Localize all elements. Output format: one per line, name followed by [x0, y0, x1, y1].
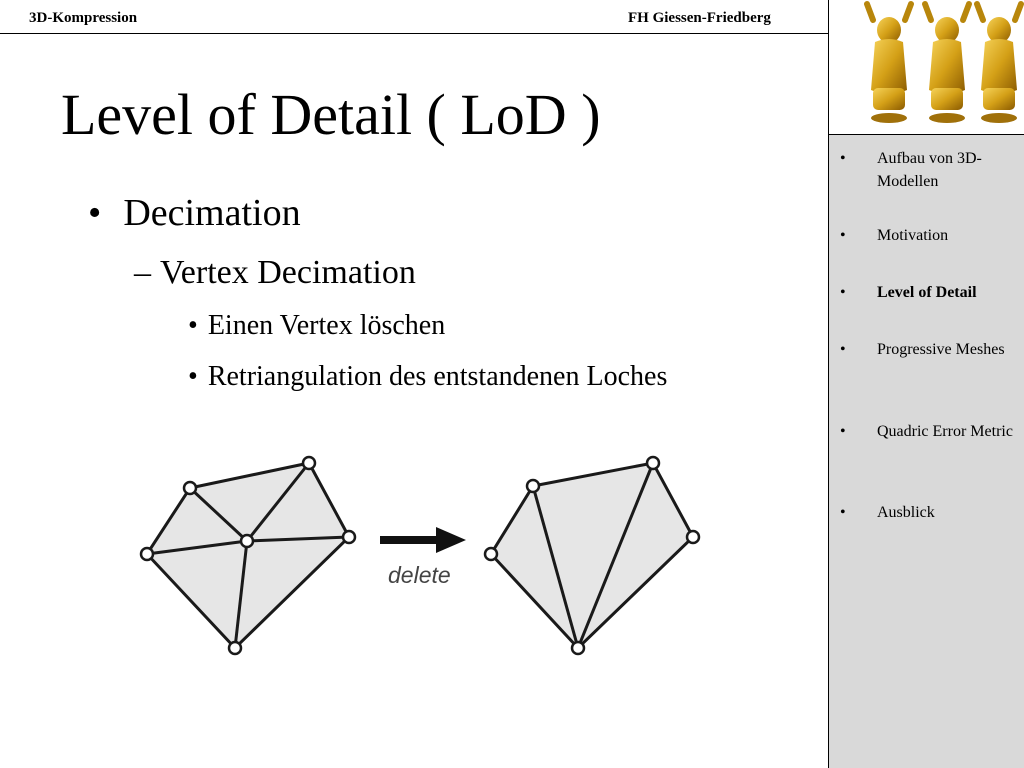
sidebar-item-label: Ausblick — [877, 504, 935, 521]
bullet-text: Decimation — [123, 192, 301, 234]
slide-title: Level of Detail ( LoD ) — [61, 82, 601, 147]
bullet: • — [840, 341, 846, 358]
vertex-decimation-figure — [139, 455, 701, 656]
sidebar-item-label: Aufbau von 3D-Modellen — [877, 150, 982, 190]
bullet-level-1: • Decimation — [88, 190, 301, 236]
sidebar-item-label: Quadric Error Metric — [877, 423, 1013, 440]
vertex-node — [139, 546, 155, 562]
bullet-text: Einen Vertex löschen — [207, 310, 446, 341]
vertex-node — [685, 529, 701, 545]
figurine-1 — [864, 1, 914, 123]
bullet: • — [188, 310, 198, 341]
figurine-2 — [922, 1, 972, 123]
vertex-node — [301, 455, 317, 471]
sidebar-item-label: Level of Detail — [877, 284, 977, 301]
vertex-node — [645, 455, 661, 471]
bullet-text: Retriangulation des entstandenen Loches — [207, 361, 668, 392]
mesh-after-outline — [489, 461, 695, 651]
header-institution: FH Giessen-Friedberg — [628, 10, 771, 26]
figurine-3 — [974, 1, 1024, 123]
sidebar-item-label: Progressive Meshes — [877, 341, 1005, 358]
bullet: • — [188, 361, 198, 392]
vertex-node — [341, 529, 357, 545]
header-divider — [0, 33, 829, 34]
bullet-text: Vertex Decimation — [160, 254, 416, 291]
bullet: • — [840, 423, 846, 440]
delete-label: delete — [388, 562, 451, 588]
bullet: • — [840, 284, 846, 301]
dash: – — [134, 254, 151, 291]
sidebar-item-label: Motivation — [877, 227, 949, 244]
vertex-node — [570, 640, 586, 656]
bullet: • — [88, 192, 102, 234]
header-course-title: 3D-Kompression — [29, 10, 138, 26]
mesh-after — [483, 455, 701, 656]
bullet: • — [840, 227, 846, 244]
vertex-node — [525, 478, 541, 494]
center-vertex-node — [239, 533, 255, 549]
vertex-node — [227, 640, 243, 656]
bullet-level-3: • Retriangulation des entstandenen Loches — [188, 360, 667, 394]
sidebar-navigation: • Aufbau von 3D-Modellen • Motivation • … — [828, 135, 1024, 768]
bullet-level-2: – Vertex Decimation — [134, 253, 416, 293]
mesh-before-outline — [145, 461, 351, 651]
logo-area — [828, 0, 1024, 135]
vertex-node — [182, 480, 198, 496]
buddha-figurines-logo — [864, 1, 1024, 123]
bullet: • — [840, 150, 846, 167]
mesh-before — [139, 455, 357, 656]
bullet: • — [840, 504, 846, 521]
vertex-node — [483, 546, 499, 562]
bullet-level-3: • Einen Vertex löschen — [188, 309, 445, 343]
delete-arrow-icon — [380, 527, 466, 553]
